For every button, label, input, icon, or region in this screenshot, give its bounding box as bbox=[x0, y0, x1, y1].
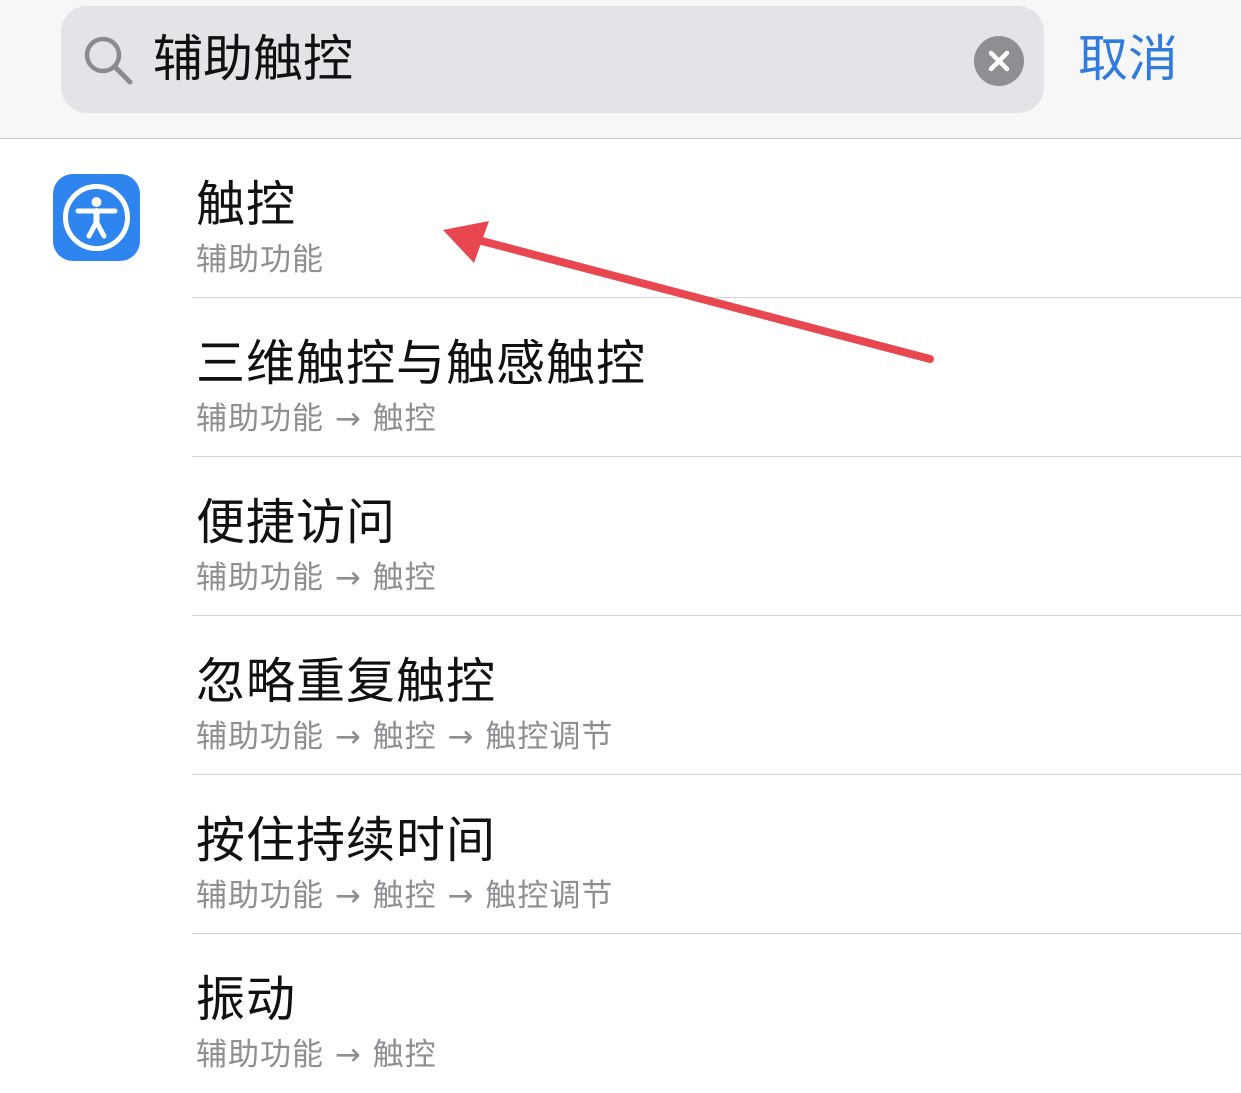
result-path: 辅助功能 → 触控 bbox=[196, 401, 437, 437]
result-path: 辅助功能 → 触控 → 触控调节 bbox=[196, 719, 614, 755]
search-icon bbox=[83, 35, 135, 87]
result-title: 按住持续时间 bbox=[196, 812, 497, 869]
result-title: 忽略重复触控 bbox=[196, 653, 497, 710]
result-title: 振动 bbox=[196, 971, 297, 1028]
result-row-hold-duration[interactable]: 按住持续时间 辅助功能 → 触控 → 触控调节 bbox=[0, 775, 1241, 934]
result-title: 触控 bbox=[196, 176, 297, 233]
cancel-button[interactable]: 取消 bbox=[1078, 0, 1178, 118]
result-row-touch[interactable]: 触控 辅助功能 bbox=[0, 139, 1241, 298]
result-title: 三维触控与触感触控 bbox=[196, 335, 647, 392]
result-path: 辅助功能 → 触控 → 触控调节 bbox=[196, 878, 614, 914]
result-path: 辅助功能 → 触控 bbox=[196, 1037, 437, 1073]
result-title: 便捷访问 bbox=[196, 494, 397, 551]
clear-circle-icon bbox=[974, 36, 1024, 86]
search-header: 辅助触控 取消 bbox=[0, 0, 1241, 139]
result-row-vibration[interactable]: 振动 辅助功能 → 触控 bbox=[0, 934, 1241, 1093]
search-field[interactable]: 辅助触控 bbox=[61, 6, 1044, 113]
result-path: 辅助功能 bbox=[196, 242, 324, 278]
result-row-3d-touch[interactable]: 三维触控与触感触控 辅助功能 → 触控 bbox=[0, 298, 1241, 457]
result-row-reachability[interactable]: 便捷访问 辅助功能 → 触控 bbox=[0, 457, 1241, 616]
result-path: 辅助功能 → 触控 bbox=[196, 560, 437, 596]
accessibility-icon bbox=[53, 174, 140, 261]
result-row-ignore-repeat[interactable]: 忽略重复触控 辅助功能 → 触控 → 触控调节 bbox=[0, 616, 1241, 775]
accessibility-app-icon bbox=[53, 174, 140, 261]
clear-search-button[interactable] bbox=[974, 36, 1024, 86]
search-input[interactable]: 辅助触控 bbox=[153, 6, 933, 113]
